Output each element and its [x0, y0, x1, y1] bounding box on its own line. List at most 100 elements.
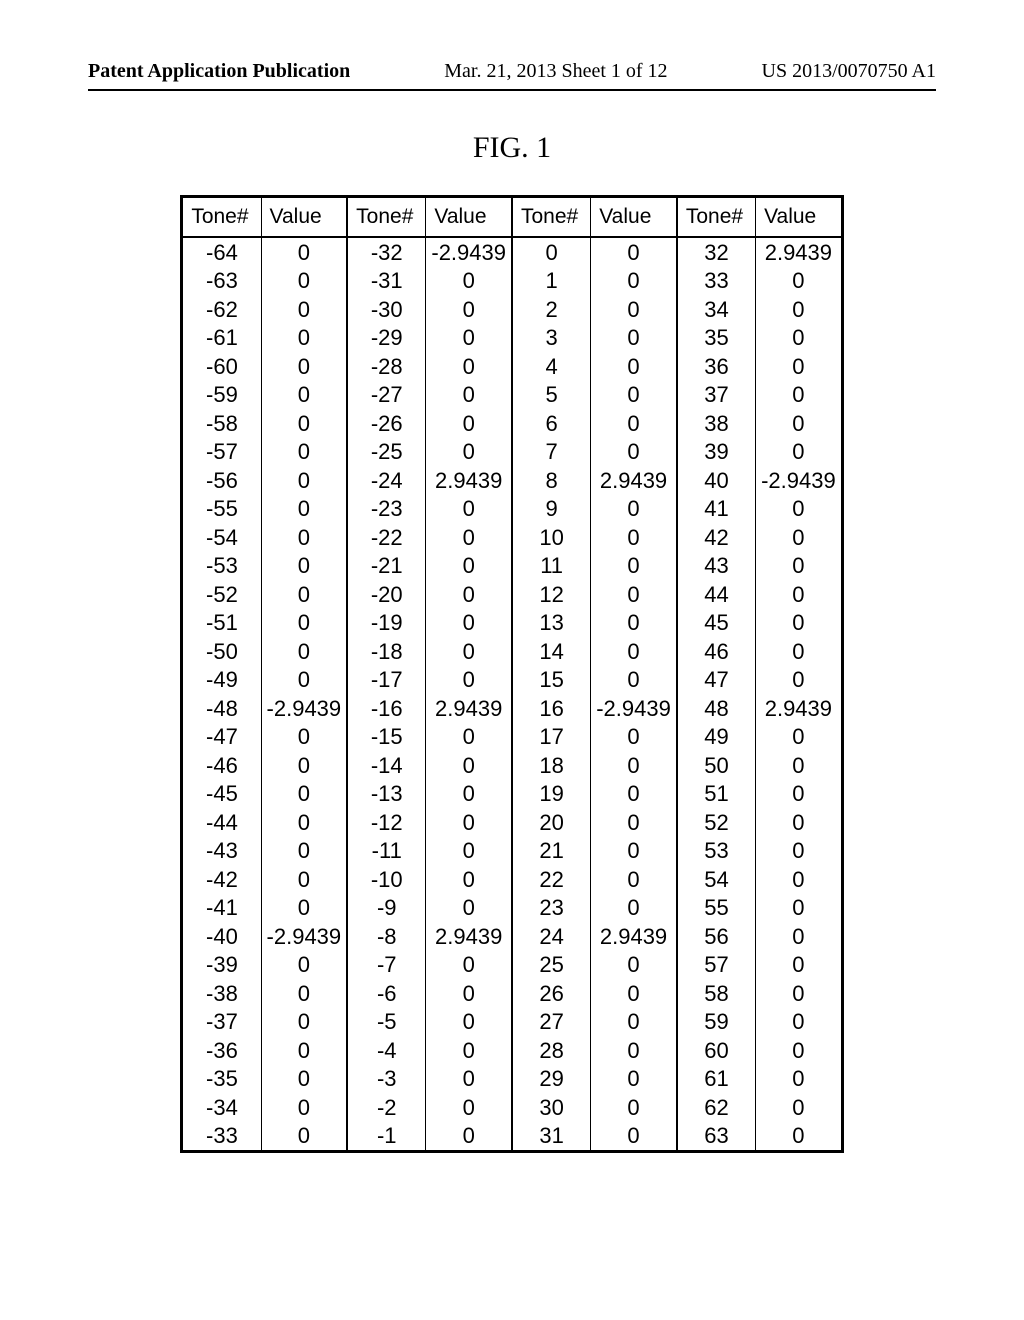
value-cell: 0 — [261, 438, 347, 467]
value-cell: 0 — [261, 409, 347, 438]
tone-cell: 37 — [677, 381, 756, 410]
value-cell: 0 — [591, 352, 677, 381]
tone-cell: -55 — [182, 495, 261, 524]
tone-cell: -41 — [182, 894, 261, 923]
value-cell: 2.9439 — [426, 466, 512, 495]
value-cell: 0 — [591, 751, 677, 780]
table-row: -420-100220540 — [182, 865, 842, 894]
value-cell: -2.9439 — [426, 237, 512, 267]
value-cell: 0 — [261, 1008, 347, 1037]
tone-cell: -43 — [182, 837, 261, 866]
value-cell: 0 — [756, 666, 843, 695]
tone-cell: 4 — [512, 352, 591, 381]
tone-cell: -14 — [347, 751, 426, 780]
tone-cell: 28 — [512, 1036, 591, 1065]
value-cell: 0 — [756, 780, 843, 809]
value-cell: 0 — [426, 609, 512, 638]
tone-cell: 23 — [512, 894, 591, 923]
table-row: -570-25070390 — [182, 438, 842, 467]
value-cell: -2.9439 — [261, 694, 347, 723]
table-row: -430-110210530 — [182, 837, 842, 866]
value-cell: 0 — [261, 837, 347, 866]
value-cell: 0 — [591, 637, 677, 666]
value-cell: 0 — [756, 751, 843, 780]
tone-cell: -29 — [347, 324, 426, 353]
value-cell: 0 — [261, 523, 347, 552]
tone-cell: 33 — [677, 267, 756, 296]
tone-cell: 21 — [512, 837, 591, 866]
value-cell: 0 — [261, 552, 347, 581]
value-cell: 2.9439 — [756, 237, 843, 267]
tone-cell: 18 — [512, 751, 591, 780]
value-cell: 0 — [426, 865, 512, 894]
tone-cell: -46 — [182, 751, 261, 780]
tone-cell: 5 — [512, 381, 591, 410]
value-cell: 0 — [261, 666, 347, 695]
value-cell: 0 — [426, 438, 512, 467]
value-cell: 0 — [756, 495, 843, 524]
tone-cell: 30 — [512, 1093, 591, 1122]
tone-cell: 45 — [677, 609, 756, 638]
value-cell: 0 — [426, 495, 512, 524]
tone-cell: 58 — [677, 979, 756, 1008]
tone-cell: 49 — [677, 723, 756, 752]
table-row: -380-60260580 — [182, 979, 842, 1008]
table-row: -600-28040360 — [182, 352, 842, 381]
tone-cell: 2 — [512, 295, 591, 324]
tone-cell: 22 — [512, 865, 591, 894]
tone-cell: -17 — [347, 666, 426, 695]
header-right: US 2013/0070750 A1 — [762, 60, 936, 83]
tone-cell: 53 — [677, 837, 756, 866]
tone-cell: 14 — [512, 637, 591, 666]
value-cell: 0 — [261, 951, 347, 980]
value-cell: 0 — [756, 637, 843, 666]
value-cell: 0 — [261, 495, 347, 524]
value-cell: 0 — [591, 865, 677, 894]
value-cell: 0 — [591, 409, 677, 438]
tone-cell: -39 — [182, 951, 261, 980]
tone-cell: -63 — [182, 267, 261, 296]
tone-cell: 26 — [512, 979, 591, 1008]
page: Patent Application Publication Mar. 21, … — [0, 0, 1024, 1320]
tone-cell: 61 — [677, 1065, 756, 1094]
value-cell: 0 — [426, 267, 512, 296]
tone-cell: -27 — [347, 381, 426, 410]
value-cell: 0 — [261, 979, 347, 1008]
value-cell: 0 — [261, 352, 347, 381]
table-row: -350-30290610 — [182, 1065, 842, 1094]
tone-cell: 63 — [677, 1122, 756, 1152]
tone-cell: 9 — [512, 495, 591, 524]
tone-cell: -37 — [182, 1008, 261, 1037]
tone-cell: -52 — [182, 580, 261, 609]
tone-cell: -54 — [182, 523, 261, 552]
tone-cell: -20 — [347, 580, 426, 609]
tone-cell: 25 — [512, 951, 591, 980]
value-cell: 0 — [426, 837, 512, 866]
value-cell: 2.9439 — [591, 922, 677, 951]
value-cell: 0 — [591, 837, 677, 866]
tone-cell: -21 — [347, 552, 426, 581]
value-cell: 2.9439 — [426, 922, 512, 951]
value-cell: 0 — [756, 552, 843, 581]
value-cell: 0 — [591, 979, 677, 1008]
value-cell: 0 — [591, 723, 677, 752]
tone-cell: 54 — [677, 865, 756, 894]
table-row: -630-31010330 — [182, 267, 842, 296]
tone-cell: -11 — [347, 837, 426, 866]
value-cell: 0 — [756, 381, 843, 410]
tone-cell: 52 — [677, 808, 756, 837]
value-cell: 0 — [756, 267, 843, 296]
tone-cell: 50 — [677, 751, 756, 780]
tone-cell: 0 — [512, 237, 591, 267]
table-row: -530-210110430 — [182, 552, 842, 581]
value-cell: 0 — [591, 1093, 677, 1122]
value-cell: 0 — [261, 237, 347, 267]
tone-cell: 57 — [677, 951, 756, 980]
tone-cell: 43 — [677, 552, 756, 581]
col-tone-2: Tone# — [347, 197, 426, 238]
value-cell: 0 — [426, 808, 512, 837]
tone-cell: 59 — [677, 1008, 756, 1037]
value-cell: 0 — [756, 837, 843, 866]
value-cell: 0 — [426, 1008, 512, 1037]
table-row: -390-70250570 — [182, 951, 842, 980]
